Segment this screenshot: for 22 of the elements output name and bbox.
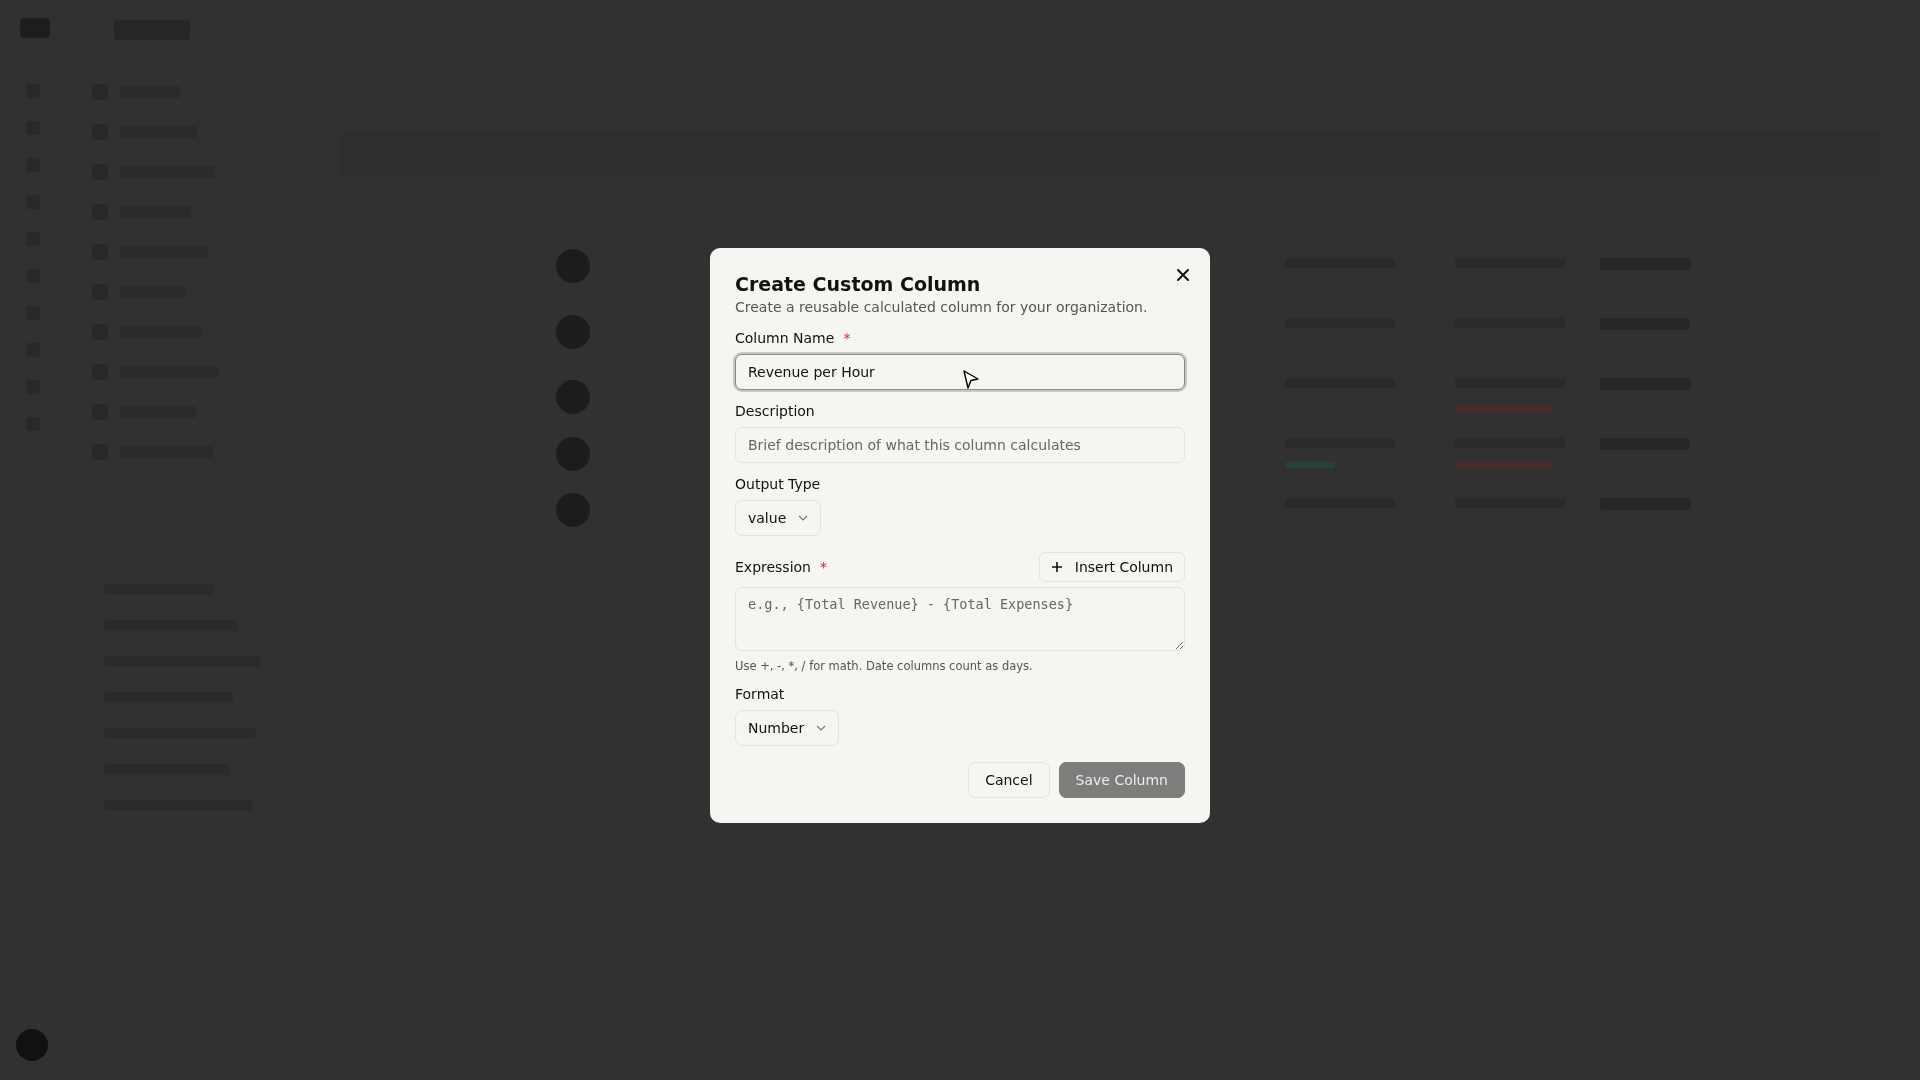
text-field[interactable]: Revenue per Hour (735, 354, 1185, 390)
expression-field[interactable]: e.g., {Total Revenue} - {Total Expenses} (735, 587, 1185, 651)
dropdown[interactable]: Number (735, 710, 840, 746)
cancel-button[interactable]: Cancel (968, 762, 1050, 798)
text-field[interactable]: Brief description of what this column calculates (735, 427, 1185, 463)
dialog-subtitle: Create a reusable calculated column for your organization. (735, 298, 1149, 317)
field-label: Description (735, 403, 815, 419)
field-label: Output Type (735, 476, 821, 492)
chevron-down-icon (816, 725, 827, 731)
field-label: Expression (735, 559, 811, 575)
cursor-icon (963, 370, 979, 390)
help-text: Use +, -, *, / for math. Date columns count as days. (735, 659, 1034, 673)
required-marker: * (820, 559, 827, 575)
plus-icon (1050, 561, 1063, 573)
required-marker: * (843, 330, 851, 346)
field-label: Format (735, 686, 785, 702)
dropdown[interactable]: value (735, 500, 822, 536)
dialog-title: Create Custom Column (735, 272, 982, 296)
field-label: Column Name (735, 330, 835, 346)
insert-column-button[interactable]: Insert Column (1038, 552, 1185, 582)
chevron-down-icon (798, 515, 809, 521)
close-icon[interactable] (1174, 266, 1192, 284)
